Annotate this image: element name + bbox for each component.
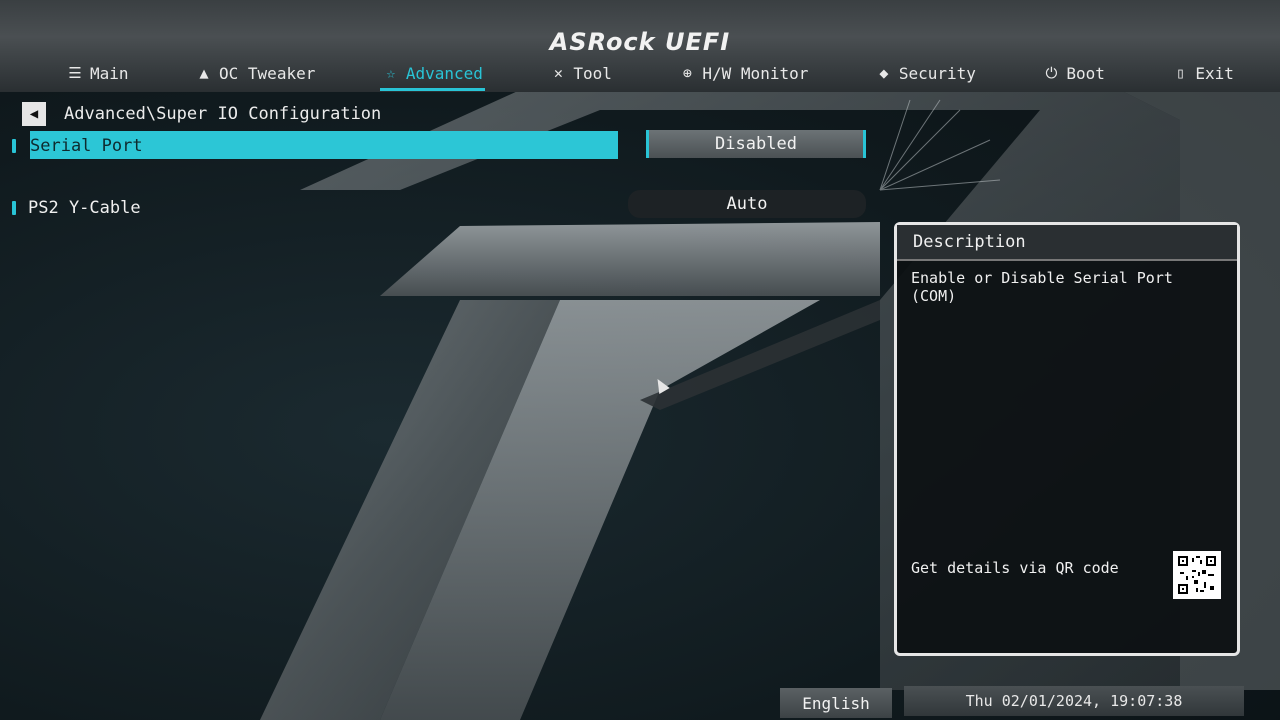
breadcrumb-row: ◀ Advanced\Super IO Configuration (22, 100, 381, 128)
brand-logo: ASRock UEFI (549, 28, 731, 56)
tab-hw-monitor[interactable]: ⊕ H/W Monitor (672, 62, 814, 85)
row-marker (12, 201, 16, 215)
tab-hw-monitor-label: H/W Monitor (702, 63, 809, 83)
tab-advanced[interactable]: ☆ Advanced (376, 62, 489, 91)
setting-label: PS2 Y-Cable (28, 198, 141, 218)
tab-exit[interactable]: ▯ Exit (1165, 62, 1240, 85)
tab-oc-tweaker-label: OC Tweaker (219, 63, 316, 83)
list-icon: ☰ (68, 64, 82, 82)
monitor-icon: ⊕ (682, 64, 692, 82)
ps2-y-cable-value[interactable]: Auto (628, 190, 866, 218)
tab-tool[interactable]: ✕ Tool (543, 62, 618, 85)
setting-ps2-y-cable[interactable]: PS2 Y-Cable (12, 194, 141, 222)
uefi-screen: ASRock UEFI ☰ Main ▲ OC Tweaker ☆ Advanc… (0, 0, 1280, 720)
qr-code-icon (1173, 551, 1221, 599)
footer: English Thu 02/01/2024, 19:07:38 (0, 686, 1280, 720)
serial-port-value[interactable]: Disabled (646, 130, 866, 158)
tab-security[interactable]: ◆ Security (869, 62, 982, 85)
tab-boot[interactable]: ⏻ Boot (1036, 62, 1111, 85)
setting-serial-port[interactable]: Serial Port (12, 131, 618, 160)
tab-tool-label: Tool (573, 63, 612, 83)
exit-icon: ▯ (1175, 64, 1185, 82)
power-icon: ⏻ (1045, 64, 1058, 82)
breadcrumb: Advanced\Super IO Configuration (64, 104, 382, 124)
tab-exit-label: Exit (1195, 63, 1234, 83)
back-button[interactable]: ◀ (22, 102, 46, 126)
tab-boot-label: Boot (1066, 63, 1105, 83)
tab-security-label: Security (898, 63, 976, 83)
star-icon: ☆ (386, 64, 396, 82)
description-panel: Description Enable or Disable Serial Por… (894, 222, 1240, 656)
description-text: Enable or Disable Serial Port (COM) (911, 269, 1173, 305)
description-title: Description (897, 225, 1237, 261)
language-button[interactable]: English (780, 688, 892, 718)
datetime-display: Thu 02/01/2024, 19:07:38 (904, 686, 1244, 716)
shield-icon: ◆ (879, 64, 889, 82)
tab-main[interactable]: ☰ Main (60, 62, 135, 85)
setting-label: Serial Port (30, 136, 143, 156)
tools-icon: ✕ (553, 64, 563, 82)
row-marker (12, 139, 16, 153)
tab-main-label: Main (90, 63, 129, 83)
tab-advanced-label: Advanced (405, 63, 483, 83)
tab-oc-tweaker[interactable]: ▲ OC Tweaker (189, 62, 321, 85)
back-arrow-icon: ◀ (29, 106, 39, 122)
qr-label: Get details via QR code (911, 559, 1119, 577)
rocket-icon: ▲ (199, 64, 209, 82)
main-nav: ☰ Main ▲ OC Tweaker ☆ Advanced ✕ Tool ⊕ … (60, 58, 1240, 91)
